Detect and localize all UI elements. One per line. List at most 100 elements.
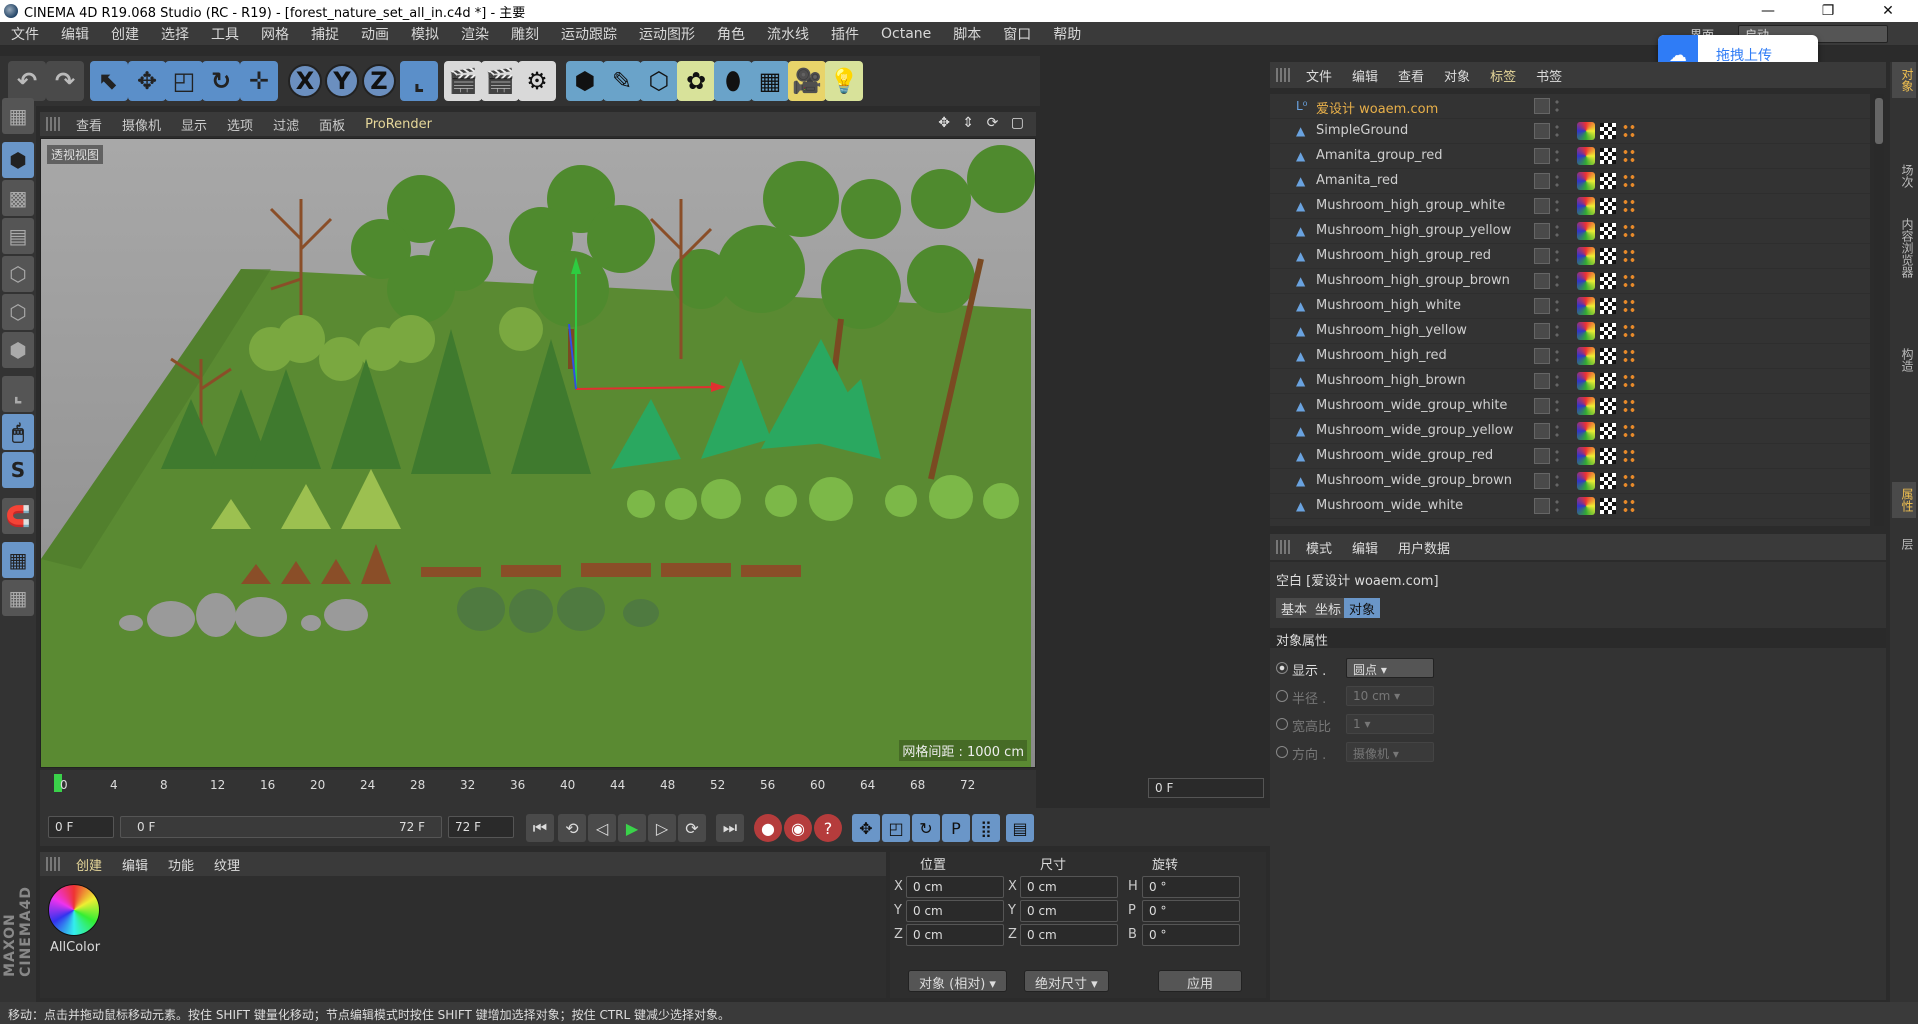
cube-object-icon[interactable]: ⬢ (566, 61, 604, 101)
selection-tag-icon[interactable] (1622, 148, 1636, 164)
key-pla-icon[interactable]: ⣿ (972, 814, 1000, 842)
render-dots[interactable] (1554, 373, 1560, 389)
render-view-icon[interactable]: 🎬 (444, 61, 482, 101)
minimize-button[interactable]: — (1738, 0, 1798, 22)
selection-tag-icon[interactable] (1622, 273, 1636, 289)
deformer-icon[interactable]: ⬮ (714, 61, 752, 101)
menu-item-4[interactable]: 工具 (200, 24, 250, 44)
render-dots[interactable] (1554, 173, 1560, 189)
viewport-menu-options[interactable]: 选项 (217, 115, 263, 134)
object-row[interactable]: ▲ Mushroom_wide_group_yellow (1270, 419, 1870, 444)
tab-coord[interactable]: 坐标 (1310, 598, 1347, 618)
render-settings-icon[interactable]: ⚙ (518, 61, 556, 101)
edges-mode-icon[interactable]: ⬡ (2, 294, 34, 330)
selection-tag-icon[interactable] (1622, 423, 1636, 439)
render-dots[interactable] (1554, 498, 1560, 514)
attribute-menu-userdata[interactable]: 用户数据 (1388, 538, 1460, 557)
workplane-mode-icon[interactable]: ▤ (2, 218, 34, 254)
object-menu-item[interactable]: 书签 (1526, 66, 1572, 85)
menu-item-16[interactable]: Octane (870, 26, 942, 42)
next-frame-icon[interactable]: ▷ (648, 814, 676, 842)
visibility-toggle[interactable] (1534, 273, 1550, 289)
render-dots[interactable] (1554, 198, 1560, 214)
texture-tag-icon[interactable] (1600, 323, 1616, 339)
render-dots[interactable] (1554, 248, 1560, 264)
material-tag-icon[interactable] (1577, 272, 1595, 290)
x-axis-lock-icon[interactable]: X (288, 64, 322, 98)
rotation-b-field[interactable]: 0 ° (1142, 924, 1240, 946)
selection-tag-icon[interactable] (1622, 348, 1636, 364)
menu-item-0[interactable]: 文件 (0, 24, 50, 44)
side-tab[interactable]: 对象 (1892, 62, 1916, 98)
object-list-scrollbar[interactable] (1874, 94, 1884, 526)
render-dots[interactable] (1554, 148, 1560, 164)
texture-mode-icon[interactable]: ▩ (2, 180, 34, 216)
side-tab[interactable]: 属性 (1892, 482, 1916, 518)
visibility-toggle[interactable] (1534, 323, 1550, 339)
render-dots[interactable] (1554, 348, 1560, 364)
menu-item-12[interactable]: 运动图形 (628, 24, 706, 44)
material-tag-icon[interactable] (1577, 122, 1595, 140)
camera-icon[interactable]: 🎥 (788, 61, 826, 101)
move-icon[interactable]: ✥ (128, 61, 166, 101)
size-mode-dropdown[interactable]: 绝对尺寸 ▾ (1024, 970, 1109, 992)
panel-grip-icon[interactable] (1276, 540, 1290, 554)
viewport-menu-filter[interactable]: 过滤 (263, 115, 309, 134)
key-position-icon[interactable]: ✥ (852, 814, 880, 842)
live-select-icon[interactable]: ⬉ (90, 61, 128, 101)
texture-tag-icon[interactable] (1600, 373, 1616, 389)
material-tag-icon[interactable] (1577, 172, 1595, 190)
texture-tag-icon[interactable] (1600, 348, 1616, 364)
viewport-menu-view[interactable]: 查看 (66, 115, 112, 134)
menu-item-3[interactable]: 选择 (150, 24, 200, 44)
tab-basic[interactable]: 基本 (1276, 598, 1313, 618)
key-parameter-icon[interactable]: P (942, 814, 970, 842)
visibility-toggle[interactable] (1534, 498, 1550, 514)
object-row[interactable]: ▲ Amanita_group_red (1270, 144, 1870, 169)
frame-range-slider[interactable]: 0 F 72 F (120, 816, 442, 838)
position-x-field[interactable]: 0 cm (906, 876, 1004, 898)
viewport-nav-icons[interactable]: ✥ ⇕ ⟳ ▢ (938, 115, 1028, 131)
make-editable-icon[interactable]: ▦ (2, 98, 34, 134)
next-key-icon[interactable]: ⟳ (678, 814, 706, 842)
menu-item-19[interactable]: 帮助 (1042, 24, 1092, 44)
object-row[interactable]: ▲ SimpleGround (1270, 119, 1870, 144)
maximize-button[interactable]: ❐ (1798, 0, 1858, 22)
texture-tag-icon[interactable] (1600, 398, 1616, 414)
light-icon[interactable]: 💡 (825, 61, 863, 101)
menu-item-18[interactable]: 窗口 (992, 24, 1042, 44)
selection-tag-icon[interactable] (1622, 198, 1636, 214)
menu-item-14[interactable]: 流水线 (756, 24, 820, 44)
object-row[interactable]: ▲ Amanita_red (1270, 169, 1870, 194)
material-preview-ball[interactable] (48, 884, 100, 936)
menu-item-17[interactable]: 脚本 (942, 24, 992, 44)
scrollbar-thumb[interactable] (1875, 98, 1883, 144)
rotate-icon[interactable]: ↻ (202, 61, 240, 101)
object-menu-item[interactable]: 编辑 (1342, 66, 1388, 85)
side-tab[interactable]: 层 (1892, 532, 1916, 556)
menu-item-9[interactable]: 渲染 (450, 24, 500, 44)
visibility-toggle[interactable] (1534, 298, 1550, 314)
menu-item-8[interactable]: 模拟 (400, 24, 450, 44)
timeline-ruler[interactable]: 0 4 8 12 16 20 24 28 32 36 40 44 48 52 56 60 64 68 72 (40, 770, 1036, 808)
texture-tag-icon[interactable] (1600, 248, 1616, 264)
material-tag-icon[interactable] (1577, 222, 1595, 240)
object-row[interactable]: ▲ Mushroom_high_group_white (1270, 194, 1870, 219)
material-menu-function[interactable]: 功能 (158, 855, 204, 874)
selection-tag-icon[interactable] (1622, 223, 1636, 239)
subdivision-surface-icon[interactable]: ⬡ (640, 61, 678, 101)
play-icon[interactable]: ▶ (618, 814, 646, 842)
viewport-menu-panel[interactable]: 面板 (309, 115, 355, 134)
material-tag-icon[interactable] (1577, 472, 1595, 490)
scale-icon[interactable]: ◰ (165, 61, 203, 101)
object-row[interactable]: ▲ Mushroom_high_group_yellow (1270, 219, 1870, 244)
object-row[interactable]: ▲ Mushroom_wide_white (1270, 494, 1870, 519)
object-row[interactable]: ▲ Mushroom_wide_group_white (1270, 394, 1870, 419)
keyframe-selection-icon[interactable]: ? (814, 814, 842, 842)
menu-item-5[interactable]: 网格 (250, 24, 300, 44)
property-value[interactable]: 圆点 ▾ (1346, 658, 1434, 678)
z-axis-lock-icon[interactable]: Z (362, 64, 396, 98)
record-keys-icon[interactable]: ● (754, 814, 782, 842)
object-menu-item[interactable]: 对象 (1434, 66, 1480, 85)
texture-tag-icon[interactable] (1600, 298, 1616, 314)
